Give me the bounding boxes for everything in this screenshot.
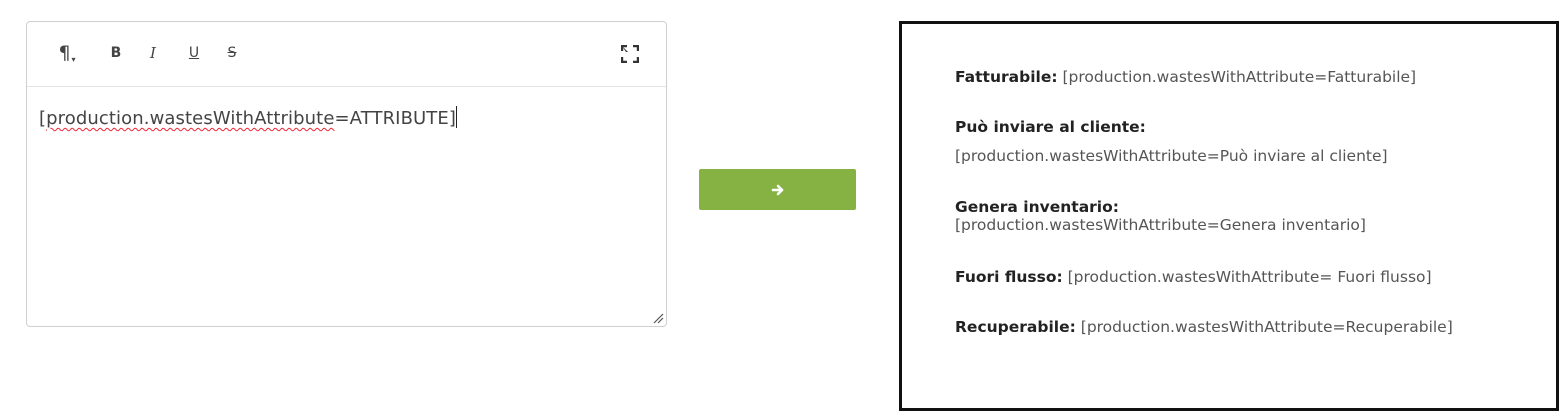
text-editor[interactable]: ¶ ▾ B I U S [production.wastesWithAttrib… — [26, 21, 667, 327]
row-label: Fuori flusso: — [955, 268, 1063, 286]
preview-row-fuori-flusso: Fuori flusso: [production.wastesWithAttr… — [955, 268, 1432, 286]
editor-content[interactable]: [production.wastesWithAttribute=ATTRIBUT… — [39, 106, 458, 129]
row-value: [production.wastesWithAttribute=Recupera… — [1080, 318, 1453, 336]
content-rest: =ATTRIBUTE] — [334, 108, 457, 129]
preview-panel: Fatturabile: [production.wastesWithAttri… — [899, 21, 1559, 411]
fullscreen-button[interactable] — [619, 43, 641, 65]
row-value: [production.wastesWithAttribute= Fuori f… — [1067, 268, 1432, 286]
strikethrough-button[interactable]: S — [223, 42, 241, 64]
preview-row-puo-inviare: Può inviare al cliente: [production.wast… — [955, 118, 1388, 165]
row-label: Può inviare al cliente: — [955, 118, 1146, 136]
expand-icon — [621, 45, 639, 63]
caret-down-icon: ▾ — [71, 54, 76, 64]
page: ¶ ▾ B I U S [production.wastesWithAttrib… — [0, 0, 1563, 416]
row-value: [production.wastesWithAttribute=Può invi… — [955, 147, 1388, 165]
italic-button[interactable]: I — [144, 42, 162, 64]
arrow-right-icon — [771, 184, 783, 195]
row-label: Fatturabile: — [955, 68, 1058, 86]
row-label: Recuperabile: — [955, 318, 1076, 336]
row-value: [production.wastesWithAttribute=Fatturab… — [1062, 68, 1417, 86]
convert-button[interactable] — [699, 169, 856, 210]
preview-row-fatturabile: Fatturabile: [production.wastesWithAttri… — [955, 68, 1416, 86]
row-label: Genera inventario: — [955, 198, 1119, 216]
bold-button[interactable]: B — [107, 42, 125, 64]
misspelled-word: production.wastesWithAttribute — [46, 108, 335, 129]
preview-row-recuperabile: Recuperabile: [production.wastesWithAttr… — [955, 318, 1453, 336]
paragraph-format-button[interactable]: ¶ ▾ — [53, 42, 81, 64]
underline-button[interactable]: U — [185, 42, 203, 64]
preview-row-genera-inventario: Genera inventario: [production.wastesWit… — [955, 198, 1366, 234]
row-value: [production.wastesWithAttribute=Genera i… — [955, 216, 1366, 234]
editor-toolbar: ¶ ▾ B I U S — [27, 22, 666, 87]
pilcrow-icon: ¶ — [58, 42, 71, 64]
resize-handle-icon[interactable] — [652, 312, 664, 324]
text-cursor — [456, 106, 458, 128]
